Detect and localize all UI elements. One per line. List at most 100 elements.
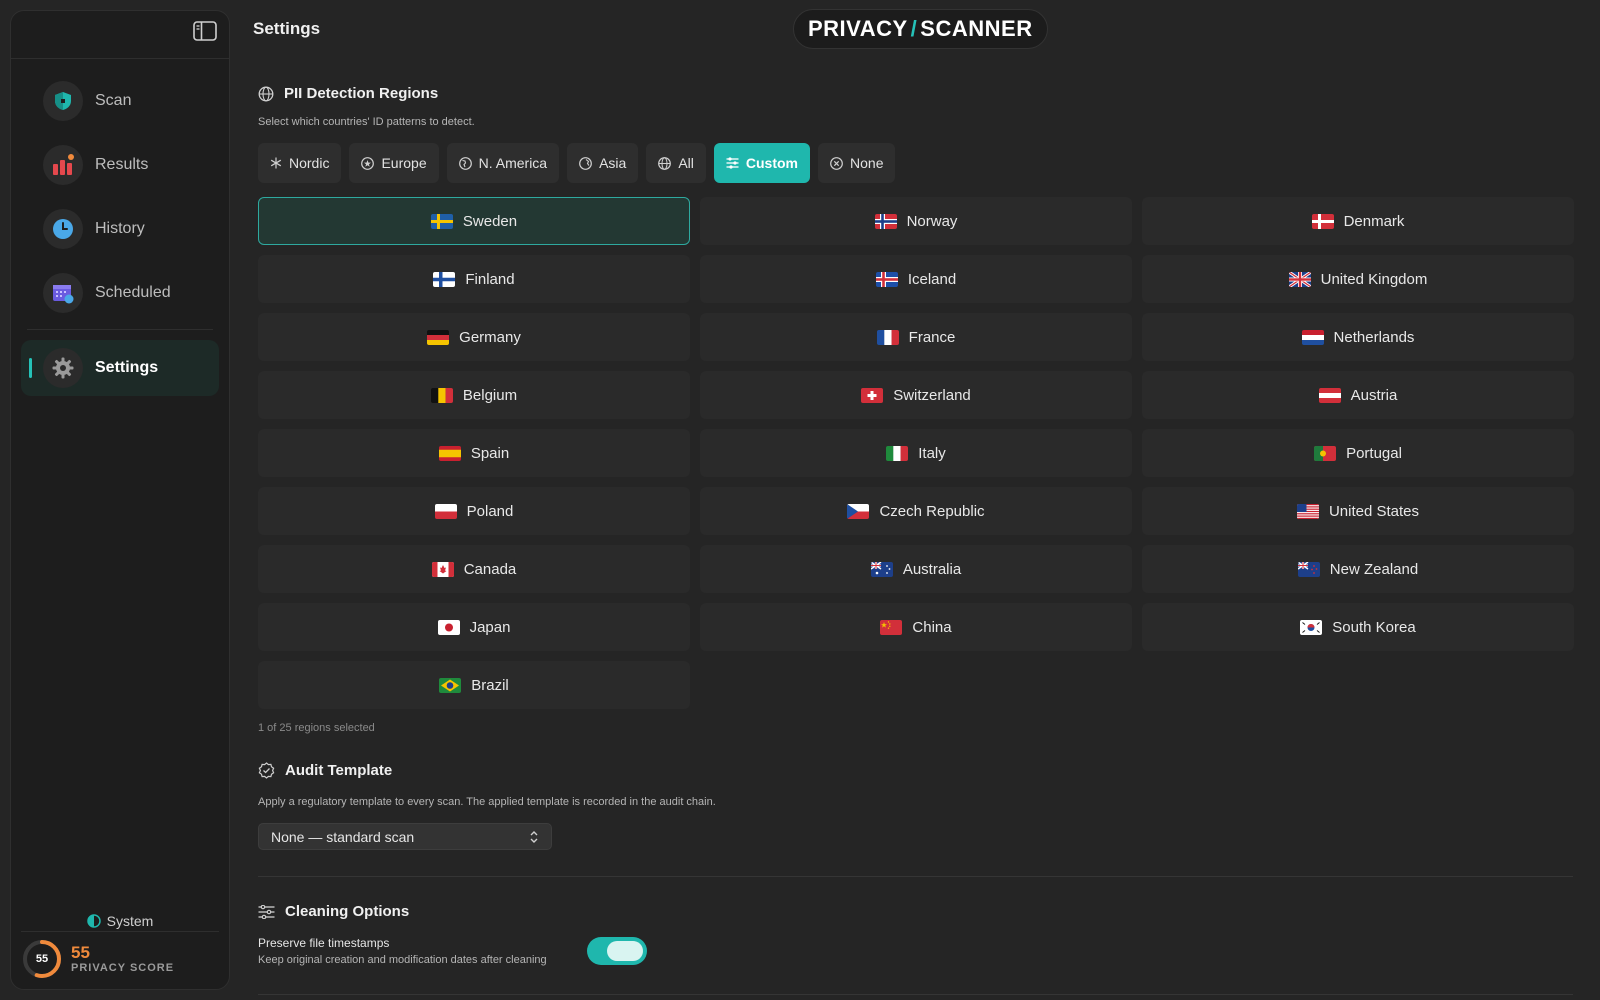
- badge-check-icon: [258, 762, 275, 779]
- sidebar-item-scan[interactable]: Scan: [21, 73, 219, 129]
- poland-flag-icon: [434, 503, 457, 519]
- region-czech-republic[interactable]: Czech Republic: [700, 487, 1132, 535]
- sidebar-header: [11, 11, 229, 59]
- region-netherlands[interactable]: Netherlands: [1142, 313, 1574, 361]
- brand-logo: PRIVACY / SCANNER: [793, 9, 1048, 49]
- preset-label: Nordic: [289, 155, 330, 171]
- region-italy[interactable]: Italy: [700, 429, 1132, 477]
- region-belgium[interactable]: Belgium: [258, 371, 690, 419]
- region-label: Czech Republic: [879, 502, 985, 520]
- theme-toggle[interactable]: System: [11, 913, 229, 929]
- region-united-states[interactable]: United States: [1142, 487, 1574, 535]
- region-canada[interactable]: Canada: [258, 545, 690, 593]
- audit-section-description: Apply a regulatory template to every sca…: [258, 796, 716, 808]
- france-flag-icon: [876, 329, 899, 345]
- preserve-timestamps-toggle[interactable]: [587, 937, 647, 965]
- preset-asia-button[interactable]: Asia: [567, 143, 639, 183]
- audit-template-value: None — standard scan: [271, 828, 415, 845]
- region-new-zealand[interactable]: New Zealand: [1142, 545, 1574, 593]
- region-brazil[interactable]: Brazil: [258, 661, 690, 709]
- region-label: New Zealand: [1329, 560, 1419, 578]
- region-australia[interactable]: Australia: [700, 545, 1132, 593]
- preset-label: All: [678, 155, 694, 171]
- audit-template-select[interactable]: None — standard scan: [258, 823, 552, 850]
- preset-none-button[interactable]: None: [818, 143, 896, 183]
- region-norway[interactable]: Norway: [700, 197, 1132, 245]
- region-united-kingdom[interactable]: United Kingdom: [1142, 255, 1574, 303]
- region-label: Austria: [1350, 386, 1398, 404]
- brand-slash: /: [910, 16, 918, 41]
- gear-icon: [43, 348, 83, 388]
- region-label: Finland: [465, 270, 515, 288]
- region-china[interactable]: China: [700, 603, 1132, 651]
- region-label: Germany: [459, 328, 521, 346]
- sidebar-toggle-icon[interactable]: [193, 21, 217, 41]
- sidebar-item-label: Results: [95, 156, 149, 173]
- region-label: China: [912, 618, 952, 636]
- region-label: Australia: [902, 560, 962, 578]
- region-france[interactable]: France: [700, 313, 1132, 361]
- sidebar-divider: [27, 329, 213, 330]
- brand-right: SCANNER: [920, 16, 1033, 41]
- region-denmark[interactable]: Denmark: [1142, 197, 1574, 245]
- region-sweden[interactable]: Sweden: [258, 197, 690, 245]
- sidebar-item-label: Scan: [95, 92, 132, 109]
- region-germany[interactable]: Germany: [258, 313, 690, 361]
- netherlands-flag-icon: [1301, 329, 1324, 345]
- region-south-korea[interactable]: South Korea: [1142, 603, 1574, 651]
- japan-flag-icon: [437, 619, 460, 635]
- preset-custom-button[interactable]: Custom: [713, 143, 811, 183]
- cleaning-section-title: Cleaning Options: [285, 903, 410, 920]
- region-label: Spain: [470, 444, 510, 462]
- austria-flag-icon: [1318, 387, 1341, 403]
- preset-europe-button[interactable]: Europe: [349, 143, 439, 183]
- region-label: Brazil: [471, 676, 509, 694]
- sliders-icon: [258, 904, 275, 919]
- region-label: Italy: [918, 444, 946, 462]
- sliders-icon: [726, 157, 739, 169]
- preset-all-button[interactable]: All: [646, 143, 706, 183]
- pii-section-title: PII Detection Regions: [284, 85, 439, 102]
- new-zealand-flag-icon: [1297, 561, 1320, 577]
- sweden-flag-icon: [430, 213, 453, 229]
- sidebar-item-results[interactable]: Results: [21, 137, 219, 193]
- star-circle-icon: [361, 156, 375, 170]
- region-preset-chips: Nordic Europe N. America Asia All Custom…: [258, 143, 896, 183]
- region-austria[interactable]: Austria: [1142, 371, 1574, 419]
- contrast-icon: [86, 914, 101, 928]
- region-label: United States: [1328, 502, 1420, 520]
- preset-nordic-button[interactable]: Nordic: [258, 143, 342, 183]
- sidebar-item-label: Settings: [95, 359, 159, 376]
- brand-left: PRIVACY: [808, 16, 908, 41]
- region-label: Belgium: [462, 386, 518, 404]
- section-divider: [258, 876, 1573, 877]
- us-flag-icon: [1296, 503, 1319, 519]
- region-label: Japan: [469, 618, 511, 636]
- canada-flag-icon: [431, 561, 454, 577]
- preset-north-america-button[interactable]: N. America: [446, 143, 560, 183]
- preserve-timestamps-label: Preserve file timestamps: [258, 936, 390, 950]
- region-japan[interactable]: Japan: [258, 603, 690, 651]
- region-switzerland[interactable]: Switzerland: [700, 371, 1132, 419]
- preset-label: Europe: [381, 155, 427, 171]
- region-portugal[interactable]: Portugal: [1142, 429, 1574, 477]
- snowflake-icon: [270, 157, 282, 169]
- sidebar-item-label: Scheduled: [95, 284, 171, 301]
- privacy-score: 55 55 PRIVACY SCORE: [21, 931, 219, 981]
- region-label: Switzerland: [893, 386, 971, 404]
- section-divider: [258, 994, 1573, 995]
- region-label: Denmark: [1343, 212, 1405, 230]
- page-title: Settings: [253, 19, 321, 38]
- germany-flag-icon: [427, 329, 450, 345]
- region-poland[interactable]: Poland: [258, 487, 690, 535]
- bar-chart-icon: [43, 145, 83, 185]
- privacy-score-ring-value: 55: [35, 952, 49, 965]
- sidebar-item-scheduled[interactable]: Scheduled: [21, 265, 219, 321]
- belgium-flag-icon: [430, 387, 453, 403]
- sidebar-item-history[interactable]: History: [21, 201, 219, 257]
- region-iceland[interactable]: Iceland: [700, 255, 1132, 303]
- region-finland[interactable]: Finland: [258, 255, 690, 303]
- region-spain[interactable]: Spain: [258, 429, 690, 477]
- sidebar: Scan Results History Scheduled Settings: [10, 10, 230, 990]
- sidebar-item-settings[interactable]: Settings: [21, 340, 219, 396]
